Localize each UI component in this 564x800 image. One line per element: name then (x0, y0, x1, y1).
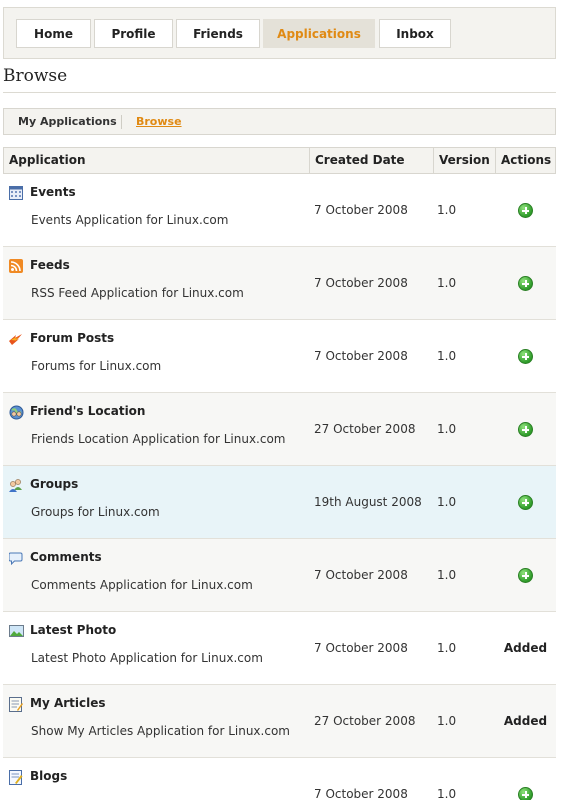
column-header-application[interactable]: Application (4, 148, 309, 173)
column-header-created-date[interactable]: Created Date (309, 148, 433, 173)
application-description: Groups for Linux.com (31, 505, 160, 519)
tab-inbox[interactable]: Inbox (379, 19, 451, 48)
page-title: Browse (3, 66, 68, 86)
application-name[interactable]: Events (30, 185, 76, 199)
add-application-button[interactable] (518, 348, 533, 364)
application-description: Latest Photo Application for Linux.com (31, 651, 263, 665)
top-navigation: Home Profile Friends Applications Inbox (3, 7, 556, 59)
version: 1.0 (437, 641, 457, 655)
sub-navigation: My Applications Browse (3, 108, 556, 135)
version: 1.0 (437, 714, 457, 728)
version: 1.0 (437, 787, 457, 800)
groups-icon (8, 477, 24, 493)
table-row: Feeds RSS Feed Application for Linux.com 7… (3, 247, 556, 320)
application-description: RSS Feed Application for Linux.com (31, 286, 244, 300)
browse-link[interactable]: Browse (136, 115, 182, 128)
table-row: My Articles Show My Articles Application … (3, 685, 556, 758)
add-application-button[interactable] (518, 786, 533, 800)
table-row: Groups Groups for Linux.com 19th August 20… (3, 466, 556, 539)
add-application-button[interactable] (518, 275, 533, 291)
application-description: Comments Application for Linux.com (31, 578, 253, 592)
application-name[interactable]: Blogs (30, 769, 67, 783)
table-body: Events Events Application for Linux.com 7 … (3, 174, 556, 800)
application-name[interactable]: Latest Photo (30, 623, 116, 637)
table-header: Application Created Date Version Actions (3, 147, 556, 174)
application-description: Friends Location Application for Linux.c… (31, 432, 286, 446)
version: 1.0 (437, 422, 457, 436)
rss-feed-icon (8, 258, 24, 274)
tab-home[interactable]: Home (16, 19, 91, 48)
created-date: 7 October 2008 (314, 276, 408, 290)
application-name[interactable]: Friend's Location (30, 404, 145, 418)
version: 1.0 (437, 349, 457, 363)
subnav-separator (121, 115, 122, 129)
action-cell (495, 490, 556, 514)
created-date: 19th August 2008 (314, 495, 422, 509)
action-cell (495, 563, 556, 587)
add-application-button[interactable] (518, 421, 533, 437)
table-row: Latest Photo Latest Photo Application for… (3, 612, 556, 685)
application-description: Forums for Linux.com (31, 359, 162, 373)
add-application-button[interactable] (518, 494, 533, 510)
add-application-button[interactable] (518, 202, 533, 218)
tab-applications[interactable]: Applications (263, 19, 375, 48)
my-applications-link[interactable]: My Applications (18, 115, 117, 128)
application-name[interactable]: Forum Posts (30, 331, 114, 345)
application-description: Events Application for Linux.com (31, 213, 229, 227)
added-status: Added (503, 641, 548, 655)
added-status: Added (503, 714, 548, 728)
tab-friends[interactable]: Friends (176, 19, 260, 48)
application-name[interactable]: My Articles (30, 696, 106, 710)
created-date: 27 October 2008 (314, 714, 416, 728)
action-cell (495, 782, 556, 800)
comments-icon (8, 550, 24, 566)
forum-posts-icon (8, 331, 24, 347)
created-date: 27 October 2008 (314, 422, 416, 436)
action-cell: Added (495, 709, 556, 733)
column-header-version[interactable]: Version (433, 148, 495, 173)
version: 1.0 (437, 203, 457, 217)
version: 1.0 (437, 276, 457, 290)
table-row: Forum Posts Forums for Linux.com 7 October… (3, 320, 556, 393)
calendar-icon (8, 185, 24, 201)
version: 1.0 (437, 568, 457, 582)
table-row: Events Events Application for Linux.com 7 … (3, 174, 556, 247)
action-cell (495, 198, 556, 222)
action-cell (495, 417, 556, 441)
add-application-button[interactable] (518, 567, 533, 583)
blogs-icon (8, 769, 24, 785)
created-date: 7 October 2008 (314, 568, 408, 582)
table-row: Blogs 7 October 2008 1.0 (3, 758, 556, 800)
created-date: 7 October 2008 (314, 349, 408, 363)
applications-table: Application Created Date Version Actions… (3, 147, 556, 800)
application-description: Show My Articles Application for Linux.c… (31, 724, 290, 738)
tab-profile[interactable]: Profile (94, 19, 173, 48)
application-name[interactable]: Groups (30, 477, 78, 491)
action-cell: Added (495, 636, 556, 660)
table-row: Friend's Location Friends Location Applic… (3, 393, 556, 466)
version: 1.0 (437, 495, 457, 509)
articles-icon (8, 696, 24, 712)
application-name[interactable]: Feeds (30, 258, 70, 272)
friend-location-icon (8, 404, 24, 420)
created-date: 7 October 2008 (314, 787, 408, 800)
action-cell (495, 344, 556, 368)
application-name[interactable]: Comments (30, 550, 102, 564)
title-divider (3, 92, 556, 93)
created-date: 7 October 2008 (314, 641, 408, 655)
column-header-actions: Actions (495, 148, 555, 173)
photo-icon (8, 623, 24, 639)
created-date: 7 October 2008 (314, 203, 408, 217)
action-cell (495, 271, 556, 295)
table-row: Comments Comments Application for Linux.c… (3, 539, 556, 612)
